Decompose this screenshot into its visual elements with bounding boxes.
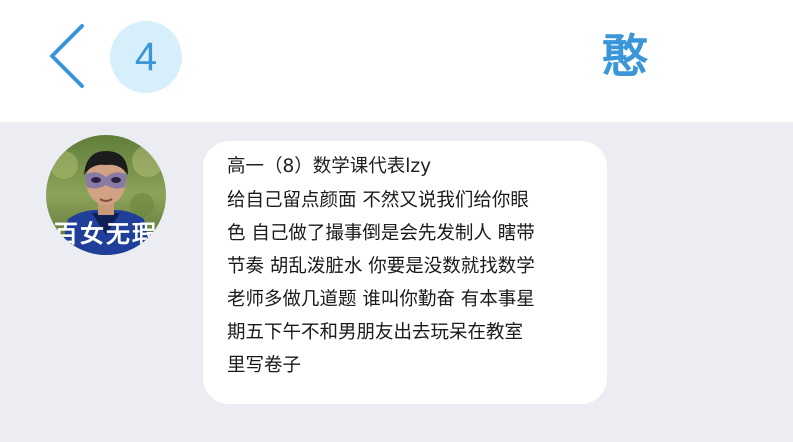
chat-screen: 4 憨 百女无瑕 高一（8）数学课代表lzy 给自己留点颜面 不然又说我们给你眼… (0, 0, 793, 442)
chat-header: 4 憨 (0, 0, 793, 122)
message-line: 期五下午不和男朋友出去玩呆在教室 (227, 322, 524, 343)
chevron-left-icon (50, 24, 84, 88)
message-text: 给自己留点颜面 不然又说我们给你眼 色 自己做了撮事倒是会先发制人 瞎带 节奏 … (227, 184, 587, 382)
avatar-caption: 百女无瑕 (54, 220, 158, 248)
message-line: 给自己留点颜面 不然又说我们给你眼 (227, 190, 529, 211)
message-bubble[interactable]: 高一（8）数学课代表lzy 给自己留点颜面 不然又说我们给你眼 色 自己做了撮事… (203, 141, 607, 404)
message-line: 色 自己做了撮事倒是会先发制人 瞎带 (227, 223, 535, 244)
message-line: 里写卷子 (227, 355, 302, 376)
back-button[interactable] (38, 20, 98, 92)
sender-name: 高一（8）数学课代表lzy (227, 156, 432, 177)
unread-count-badge[interactable]: 4 (110, 21, 182, 93)
message-line: 节奏 胡乱泼脏水 你要是没数就找数学 (227, 256, 535, 277)
message-list: 百女无瑕 高一（8）数学课代表lzy 给自己留点颜面 不然又说我们给你眼 色 自… (0, 122, 793, 442)
sender-avatar[interactable]: 百女无瑕 (46, 135, 166, 255)
chat-title: 憨 (602, 29, 648, 83)
message-line: 老师多做几道题 谁叫你勤奋 有本事星 (227, 289, 535, 310)
